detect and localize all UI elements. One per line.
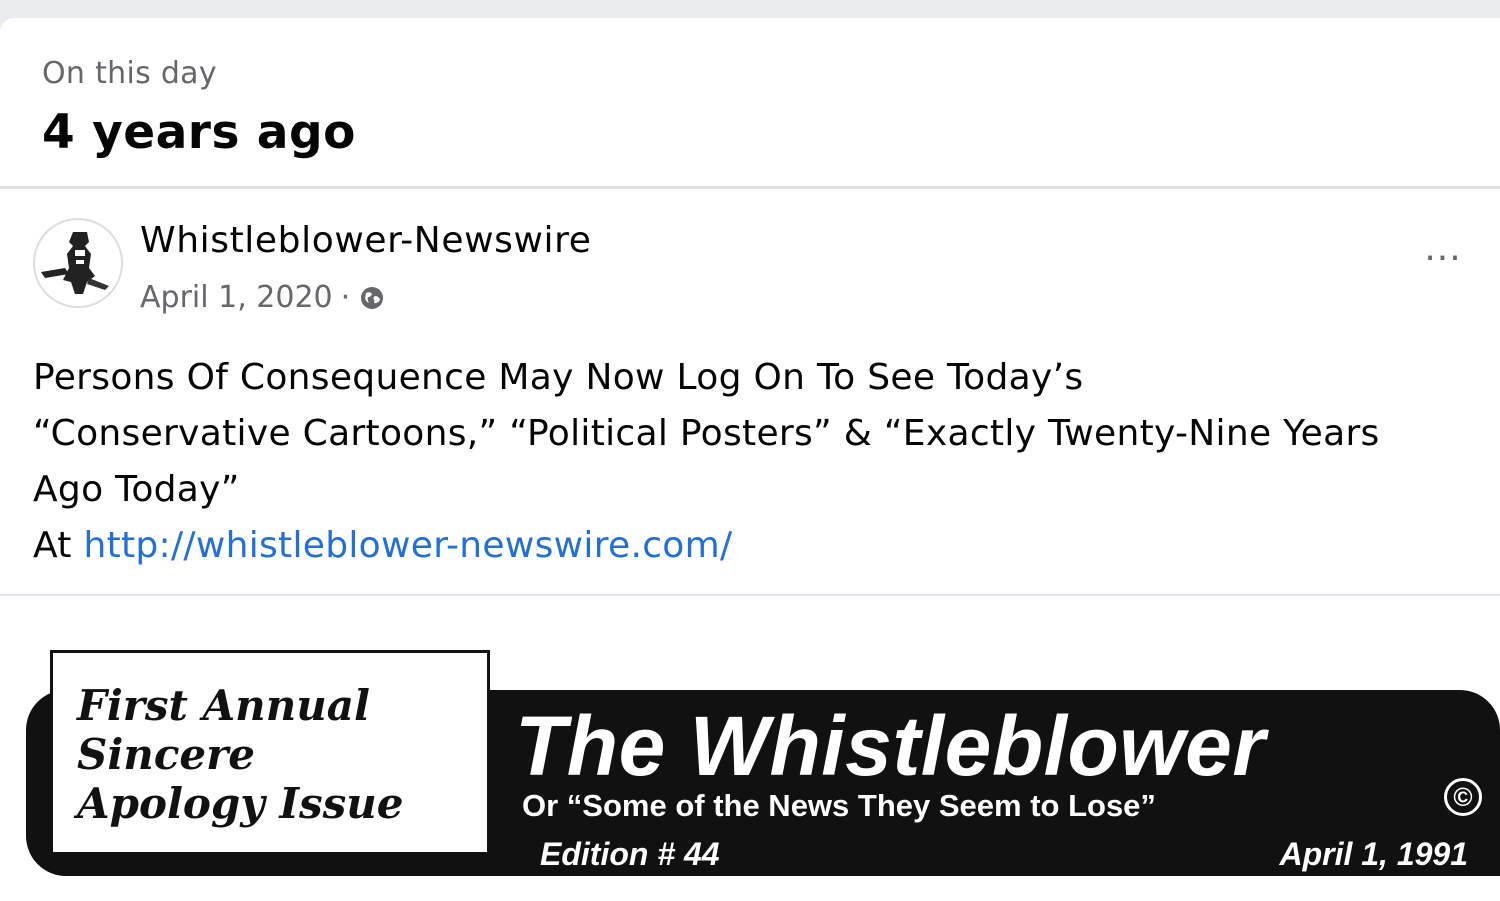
- post-text-line: Persons Of Consequence May Now Log On To…: [33, 357, 1084, 398]
- post-text: Persons Of Consequence May Now Log On To…: [33, 350, 1473, 574]
- memory-header: On this day 4 years ago: [42, 56, 356, 160]
- apology-box: First Annual Sincere Apology Issue: [50, 650, 490, 855]
- masthead-date: April 1, 1991: [1279, 836, 1468, 872]
- apology-line: Apology Issue: [77, 779, 404, 828]
- masthead-subtitle: Or “Some of the News They Seem to Lose”: [522, 788, 1156, 823]
- memory-title: 4 years ago: [42, 105, 356, 160]
- post-text-line: Ago Today”: [33, 469, 240, 510]
- page-name-link[interactable]: Whistleblower-Newswire: [140, 220, 591, 261]
- masthead-edition: Edition # 44: [540, 836, 720, 872]
- page-avatar[interactable]: [33, 218, 123, 308]
- globe-icon: [358, 284, 386, 312]
- apology-line: First Annual: [77, 681, 370, 730]
- header-divider: [0, 186, 1500, 189]
- link-prefix: At: [33, 525, 84, 566]
- copyright-icon: ©: [1444, 778, 1482, 816]
- website-link[interactable]: http://whistleblower-newswire.com/: [83, 525, 732, 566]
- post-text-line: “Conservative Cartoons,” “Political Post…: [33, 413, 1380, 454]
- masthead-title: The Whistleblower: [515, 699, 1266, 793]
- post-image[interactable]: First Annual Sincere Apology Issue The W…: [0, 610, 1500, 880]
- media-divider: [0, 594, 1500, 596]
- apology-text: First Annual Sincere Apology Issue: [77, 681, 404, 828]
- memory-subtitle: On this day: [42, 56, 217, 91]
- post-link-line: At http://whistleblower-newswire.com/: [33, 518, 1473, 574]
- post-header: Whistleblower-Newswire April 1, 2020 · ·…: [33, 214, 1473, 315]
- post-date[interactable]: April 1, 2020: [140, 280, 333, 315]
- more-options-button[interactable]: ···: [1413, 241, 1473, 284]
- meta-separator: ·: [340, 280, 351, 315]
- apology-line: Sincere: [77, 730, 255, 779]
- post-meta: April 1, 2020 ·: [140, 280, 386, 315]
